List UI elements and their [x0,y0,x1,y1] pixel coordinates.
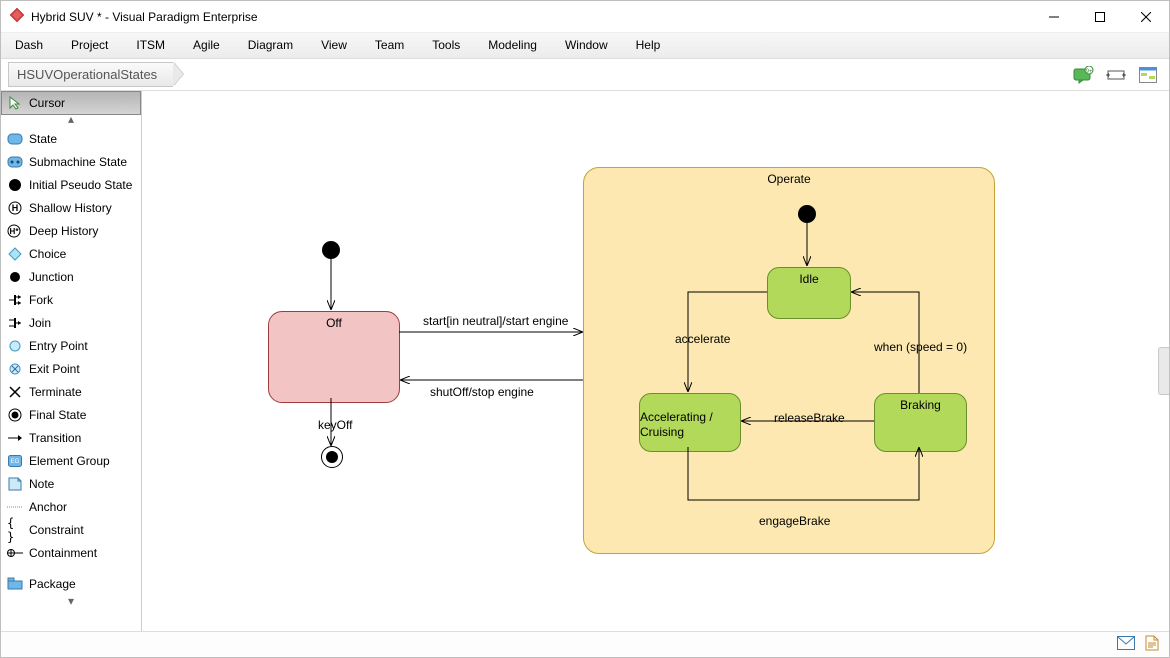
maximize-button[interactable] [1077,1,1123,32]
submachine-icon [7,154,23,170]
svg-text:EG: EG [11,459,20,465]
palette-label: Terminate [29,385,82,399]
breadcrumb-bar: HSUVOperationalStates 9+ [1,59,1169,91]
menu-bar: Dash Project ITSM Agile Diagram View Tea… [1,33,1169,59]
palette-label: Element Group [29,454,110,468]
palette-label: State [29,132,57,146]
svg-text:9+: 9+ [1086,69,1093,75]
palette-label: Anchor [29,500,67,514]
svg-text:H: H [12,203,19,213]
palette-label: Entry Point [29,339,88,353]
menu-modeling[interactable]: Modeling [474,33,551,58]
app-icon [9,7,25,26]
palette-junction[interactable]: Junction [1,265,141,288]
palette-fork[interactable]: Fork [1,288,141,311]
element-group-icon: EG [7,453,23,469]
palette-element-group[interactable]: EG Element Group [1,449,141,472]
palette-submachine[interactable]: Submachine State [1,150,141,173]
palette-exit-point[interactable]: Exit Point [1,357,141,380]
package-icon [7,576,23,592]
transition-icon [7,430,23,446]
palette-choice[interactable]: Choice [1,242,141,265]
mail-icon[interactable] [1117,636,1135,653]
initial-state-icon [7,177,23,193]
fit-width-button[interactable] [1103,63,1129,87]
palette-label: Initial Pseudo State [29,178,132,192]
fork-icon [7,292,23,308]
palette-terminate[interactable]: Terminate [1,380,141,403]
menu-dash[interactable]: Dash [1,33,57,58]
palette-label: Transition [29,431,81,445]
anchor-icon [7,499,23,515]
tool-palette: Cursor ▴ State Submachine State Initial … [1,91,142,631]
menu-tools[interactable]: Tools [418,33,474,58]
cursor-icon [7,95,23,111]
minimize-button[interactable] [1031,1,1077,32]
final-state-icon [7,407,23,423]
palette-label: Shallow History [29,201,112,215]
deep-history-icon: H* [7,223,23,239]
exit-point-icon [7,361,23,377]
document-icon[interactable] [1145,635,1159,654]
menu-diagram[interactable]: Diagram [234,33,307,58]
palette-label: Final State [29,408,86,422]
entry-point-icon [7,338,23,354]
palette-label: Cursor [29,96,65,110]
comments-button[interactable]: 9+ [1071,63,1097,87]
menu-help[interactable]: Help [622,33,675,58]
palette-label: Package [29,577,76,591]
palette-package[interactable]: Package [1,572,141,595]
menu-project[interactable]: Project [57,33,122,58]
right-panel-handle[interactable] [1158,347,1169,395]
palette-label: Submachine State [29,155,127,169]
palette-state[interactable]: State [1,127,141,150]
palette-label: Choice [29,247,66,261]
palette-label: Constraint [29,523,84,537]
breadcrumb[interactable]: HSUVOperationalStates [8,62,173,87]
palette-label: Junction [29,270,74,284]
svg-text:H*: H* [10,227,20,236]
palette-containment[interactable]: Containment [1,541,141,564]
palette-shallow-history[interactable]: H Shallow History [1,196,141,219]
palette-label: Note [29,477,54,491]
menu-agile[interactable]: Agile [179,33,234,58]
terminate-icon [7,384,23,400]
window-title: Hybrid SUV * - Visual Paradigm Enterpris… [31,10,258,24]
title-bar: Hybrid SUV * - Visual Paradigm Enterpris… [1,1,1169,33]
palette-entry-point[interactable]: Entry Point [1,334,141,357]
shallow-history-icon: H [7,200,23,216]
state-icon [7,131,23,147]
junction-icon [7,269,23,285]
palette-scroll-up[interactable]: ▴ [1,115,141,127]
containment-icon [7,545,23,561]
status-bar [1,631,1169,657]
menu-window[interactable]: Window [551,33,622,58]
join-icon [7,315,23,331]
menu-team[interactable]: Team [361,33,418,58]
palette-label: Deep History [29,224,98,238]
palette-scroll-down[interactable]: ▾ [1,597,141,609]
palette-constraint[interactable]: { } Constraint [1,518,141,541]
palette-label: Fork [29,293,53,307]
palette-note[interactable]: Note [1,472,141,495]
constraint-icon: { } [7,522,23,538]
menu-view[interactable]: View [307,33,361,58]
palette-transition[interactable]: Transition [1,426,141,449]
choice-icon [7,246,23,262]
palette-initial[interactable]: Initial Pseudo State [1,173,141,196]
palette-label: Join [29,316,51,330]
diagram-canvas[interactable]: Off keyOff Operate Idle Accelerating / C… [142,91,1169,631]
close-button[interactable] [1123,1,1169,32]
note-icon [7,476,23,492]
palette-label: Containment [29,546,97,560]
palette-label: Exit Point [29,362,80,376]
palette-deep-history[interactable]: H* Deep History [1,219,141,242]
menu-itsm[interactable]: ITSM [122,33,179,58]
palette-join[interactable]: Join [1,311,141,334]
palette-final-state[interactable]: Final State [1,403,141,426]
diagram-overview-button[interactable] [1135,63,1161,87]
